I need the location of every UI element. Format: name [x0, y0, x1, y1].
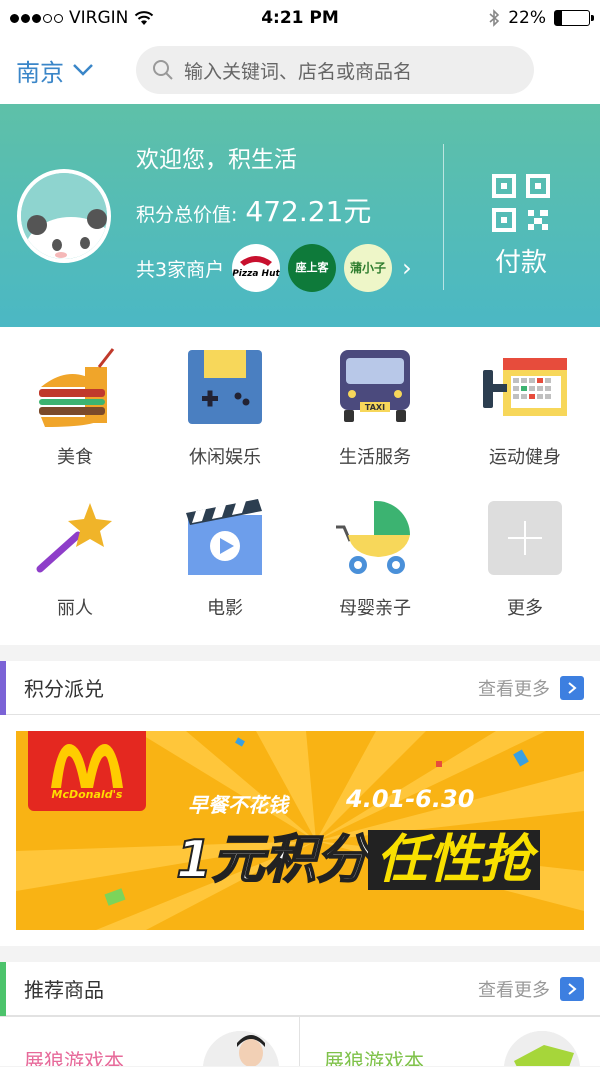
chevron-down-icon	[73, 64, 93, 76]
search-icon	[153, 60, 173, 80]
category-grid: 美食 休闲娱乐 TAXI 生活服务 运动健身 丽人 电影 母婴亲子 更多	[0, 327, 600, 645]
brand-name: McDonald's	[51, 788, 123, 801]
promo-banner-container: McDonald's 早餐不花钱 4.01-6.30 1元积分 任性抢	[0, 715, 600, 946]
city-selector[interactable]: 南京	[16, 53, 116, 88]
status-left: VIRGIN	[10, 8, 210, 28]
product-list: 展狼游戏本 展狼游戏本	[0, 1016, 600, 1066]
merchants-row[interactable]: 共3家商户 Pizza Hut 座上客 蒲小子 ›	[136, 244, 412, 292]
category-label: 美食	[57, 447, 93, 468]
pay-label: 付款	[494, 248, 547, 278]
category-label: 运动健身	[489, 447, 561, 468]
product-name: 展狼游戏本	[24, 1049, 124, 1066]
stroller-icon	[331, 494, 419, 582]
promo-banner[interactable]: McDonald's 早餐不花钱 4.01-6.30 1元积分 任性抢	[16, 731, 584, 930]
promo-headline-b: 任性抢	[368, 830, 541, 890]
banner-divider	[443, 144, 444, 290]
qr-code-icon	[492, 174, 550, 232]
category-label: 电影	[207, 598, 243, 619]
category-life-services[interactable]: TAXI 生活服务	[300, 343, 450, 493]
category-label: 休闲娱乐	[189, 447, 261, 468]
section-accent-bar	[0, 660, 6, 715]
plus-icon	[481, 494, 569, 582]
merchants-label: 共3家商户	[136, 258, 225, 281]
section-title: 积分派兑	[24, 677, 104, 701]
section-gap	[0, 645, 600, 661]
welcome-text: 欢迎您，积生活	[136, 147, 297, 173]
section-gap	[0, 946, 600, 962]
category-fitness[interactable]: 运动健身	[450, 343, 600, 493]
promo-dates: 4.01-6.30	[346, 785, 475, 813]
svg-text:Pizza Hut: Pizza Hut	[232, 269, 280, 279]
mcdonalds-logo: McDonald's	[28, 731, 146, 811]
svg-text:蒲小子: 蒲小子	[350, 260, 386, 275]
chevron-right-icon: ›	[402, 254, 412, 282]
view-more-label: 查看更多	[478, 979, 550, 1001]
wifi-icon	[135, 11, 154, 25]
category-food[interactable]: 美食	[0, 343, 150, 493]
pay-button[interactable]: 付款	[478, 174, 564, 279]
signal-strength-icon	[10, 13, 63, 23]
merchant-logo-zuoshangke: 座上客	[288, 244, 337, 292]
category-label: 更多	[507, 598, 543, 619]
clock: 4:21 PM	[261, 8, 339, 28]
points-value: 472.21元	[245, 195, 372, 228]
view-more-link[interactable]: 查看更多	[478, 675, 584, 701]
promo-headline: 1元积分 任性抢	[175, 817, 541, 892]
promo-headline-a: 1元积分	[175, 829, 369, 891]
recommend-section-header: 推荐商品 查看更多	[0, 961, 600, 1016]
chevron-right-icon	[560, 675, 584, 700]
merchant-logo-puxiaozi: 蒲小子	[344, 244, 393, 292]
battery-icon	[554, 10, 594, 26]
battery-percent: 22%	[508, 8, 546, 28]
category-label: 生活服务	[339, 447, 411, 468]
city-name: 南京	[16, 58, 64, 87]
section-title: 推荐商品	[24, 978, 104, 1002]
section-accent-bar	[0, 961, 6, 1016]
search-placeholder: 输入关键词、店名或商品名	[184, 60, 413, 83]
view-more-label: 查看更多	[478, 678, 550, 700]
header: 南京 输入关键词、店名或商品名	[0, 36, 600, 104]
svg-text:座上客: 座上客	[295, 260, 330, 274]
view-more-link[interactable]: 查看更多	[478, 976, 584, 1002]
product-image	[203, 1031, 279, 1066]
product-image	[504, 1031, 580, 1066]
carrier-name: VIRGIN	[69, 8, 129, 28]
avatar[interactable]	[17, 169, 111, 263]
category-more[interactable]: 更多	[450, 494, 600, 644]
search-input[interactable]: 输入关键词、店名或商品名	[136, 46, 534, 94]
svg-text:TAXI: TAXI	[365, 403, 385, 412]
food-icon	[31, 343, 119, 431]
points-label: 积分总价值:	[136, 204, 238, 226]
fitness-calendar-icon	[481, 343, 569, 431]
movie-clapper-icon	[181, 494, 269, 582]
app-screen: VIRGIN 4:21 PM 22% 南京 输入关键词、店名或商品名 欢迎您，积…	[0, 0, 600, 1067]
account-banner: 欢迎您，积生活 积分总价值: 472.21元 共3家商户 Pizza Hut 座…	[0, 104, 600, 327]
panda-avatar-icon	[21, 173, 107, 259]
category-mother-baby[interactable]: 母婴亲子	[300, 494, 450, 644]
category-label: 丽人	[57, 598, 93, 619]
category-beauty[interactable]: 丽人	[0, 494, 150, 644]
status-bar: VIRGIN 4:21 PM 22%	[0, 0, 600, 36]
points-section-header: 积分派兑 查看更多	[0, 660, 600, 715]
magic-wand-icon	[31, 494, 119, 582]
product-name: 展狼游戏本	[324, 1049, 424, 1066]
promo-tagline: 早餐不花钱	[188, 793, 288, 817]
points-row: 积分总价值: 472.21元	[136, 190, 371, 230]
category-label: 母婴亲子	[339, 598, 411, 619]
gamepad-icon	[181, 343, 269, 431]
product-card[interactable]: 展狼游戏本	[300, 1017, 600, 1066]
chevron-right-icon	[560, 976, 584, 1001]
taxi-icon: TAXI	[331, 343, 419, 431]
bluetooth-icon	[489, 9, 500, 27]
status-right: 22%	[390, 8, 594, 28]
merchant-logo-pizza-hut: Pizza Hut	[232, 244, 281, 292]
battery-level	[555, 11, 563, 25]
product-card[interactable]: 展狼游戏本	[0, 1017, 300, 1066]
category-entertainment[interactable]: 休闲娱乐	[150, 343, 300, 493]
category-movie[interactable]: 电影	[150, 494, 300, 644]
